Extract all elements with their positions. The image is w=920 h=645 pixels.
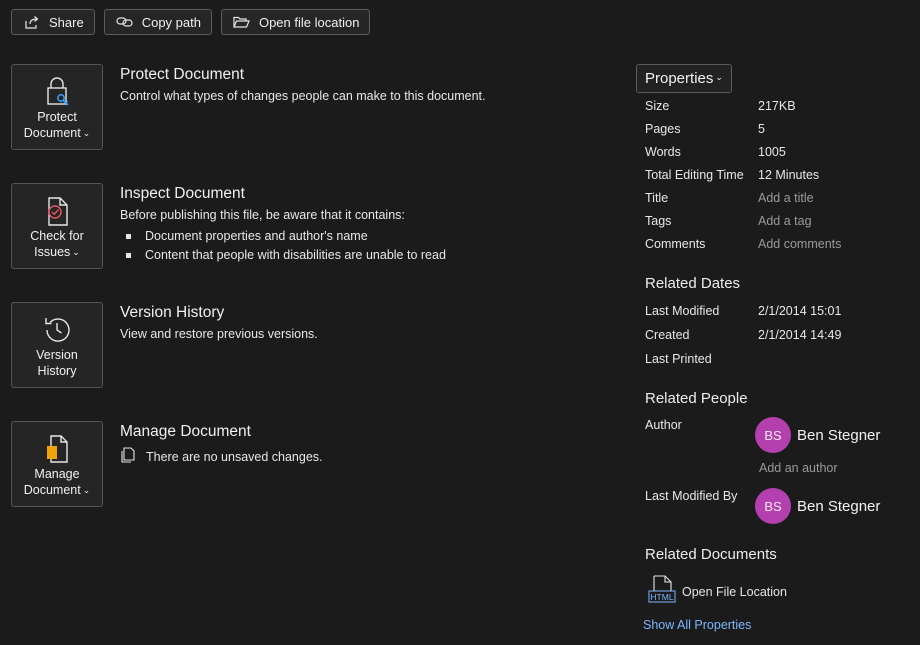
share-button[interactable]: Share bbox=[11, 9, 95, 35]
list-item: Document properties and author's name bbox=[120, 227, 446, 246]
property-key: Pages bbox=[645, 122, 681, 136]
property-value: 12 Minutes bbox=[758, 168, 820, 182]
date-key: Last Modified bbox=[645, 304, 720, 318]
manage-status-text: There are no unsaved changes. bbox=[146, 449, 323, 464]
author-person[interactable]: BS Ben Stegner bbox=[755, 417, 880, 453]
manage-button-line1: Manage bbox=[34, 467, 80, 481]
property-value: 1005 bbox=[758, 145, 786, 159]
properties-label: Properties bbox=[645, 70, 714, 87]
related-dates-heading: Related Dates bbox=[645, 275, 741, 292]
document-pages-icon bbox=[120, 447, 136, 466]
share-icon bbox=[23, 14, 41, 30]
show-all-properties-link[interactable]: Show All Properties bbox=[643, 618, 751, 632]
inspect-bullet-list: Document properties and author's name Co… bbox=[120, 227, 446, 265]
manage-button-line2: Document bbox=[23, 483, 81, 497]
html-icon-text: HTML bbox=[650, 592, 673, 602]
property-key: Title bbox=[645, 191, 669, 205]
manage-document-button[interactable]: Manage Document ⌄ bbox=[11, 421, 103, 507]
protect-document-title: Protect Document bbox=[120, 66, 245, 83]
share-label: Share bbox=[49, 14, 84, 30]
copy-path-button[interactable]: Copy path bbox=[103, 9, 212, 35]
comments-input[interactable]: Add comments bbox=[758, 237, 841, 251]
open-file-location-button[interactable]: Open file location bbox=[220, 9, 371, 35]
last-modified-by-name: Ben Stegner bbox=[797, 497, 881, 515]
chevron-down-icon: ⌄ bbox=[715, 72, 723, 82]
chevron-down-icon: ⌄ bbox=[82, 128, 91, 138]
version-history-description: View and restore previous versions. bbox=[120, 327, 318, 341]
protect-document-button[interactable]: Protect Document ⌄ bbox=[11, 64, 103, 150]
open-file-location-text: Open File Location bbox=[682, 584, 787, 599]
open-file-location-label: Open file location bbox=[258, 14, 360, 30]
last-modified-by-key: Last Modified By bbox=[645, 489, 738, 503]
lock-key-icon bbox=[12, 75, 102, 109]
property-key: Words bbox=[645, 145, 681, 159]
date-key: Last Printed bbox=[645, 352, 712, 366]
check-for-issues-button[interactable]: Check for Issues ⌄ bbox=[11, 183, 103, 269]
chevron-down-icon: ⌄ bbox=[82, 485, 91, 495]
document-check-icon bbox=[12, 194, 102, 228]
property-key: Size bbox=[645, 99, 670, 113]
property-key: Comments bbox=[645, 237, 706, 251]
last-modified-by-person[interactable]: BS Ben Stegner bbox=[755, 488, 880, 524]
version-history-title: Version History bbox=[120, 304, 225, 321]
avatar: BS bbox=[755, 488, 791, 524]
inspect-document-title: Inspect Document bbox=[120, 185, 245, 202]
list-item: Content that people with disabilities ar… bbox=[120, 246, 446, 265]
folder-open-icon bbox=[233, 14, 251, 30]
property-value: 217KB bbox=[758, 99, 796, 113]
link-icon bbox=[116, 14, 134, 30]
properties-dropdown-button[interactable]: Properties ⌄ bbox=[636, 64, 732, 93]
manage-document-icon bbox=[12, 432, 102, 466]
title-input[interactable]: Add a title bbox=[758, 191, 814, 205]
author-name: Ben Stegner bbox=[797, 426, 881, 444]
related-people-heading: Related People bbox=[645, 390, 748, 407]
manage-document-title: Manage Document bbox=[120, 423, 251, 440]
check-button-line1: Check for bbox=[30, 229, 84, 243]
manage-status: There are no unsaved changes. bbox=[120, 447, 323, 466]
property-key: Total Editing Time bbox=[645, 168, 744, 182]
date-value: 2/1/2014 14:49 bbox=[758, 328, 842, 342]
date-value: 2/1/2014 15:01 bbox=[758, 304, 842, 318]
date-key: Created bbox=[645, 328, 690, 342]
protect-button-line1: Protect bbox=[37, 110, 77, 124]
version-button-line2: History bbox=[37, 364, 77, 378]
version-button-line1: Version bbox=[36, 348, 78, 362]
inspect-document-description: Before publishing this file, be aware th… bbox=[120, 208, 405, 222]
open-file-location-link[interactable]: HTML Open File Location bbox=[648, 575, 787, 608]
copy-path-label: Copy path bbox=[141, 14, 201, 30]
property-key: Tags bbox=[645, 214, 672, 228]
author-key: Author bbox=[645, 418, 682, 432]
version-history-button[interactable]: Version History bbox=[11, 302, 103, 388]
add-author-input[interactable]: Add an author bbox=[759, 461, 838, 475]
top-toolbar: Share Copy path Open file location bbox=[11, 9, 371, 35]
avatar: BS bbox=[755, 417, 791, 453]
html-file-icon: HTML bbox=[648, 575, 676, 608]
chevron-down-icon: ⌄ bbox=[72, 247, 80, 257]
protect-document-description: Control what types of changes people can… bbox=[120, 89, 486, 103]
related-documents-heading: Related Documents bbox=[645, 546, 777, 563]
check-button-line2: Issues bbox=[34, 245, 71, 259]
history-clock-icon bbox=[12, 313, 102, 347]
protect-button-line2: Document bbox=[23, 126, 81, 140]
property-value: 5 bbox=[758, 122, 765, 136]
tags-input[interactable]: Add a tag bbox=[758, 214, 812, 228]
